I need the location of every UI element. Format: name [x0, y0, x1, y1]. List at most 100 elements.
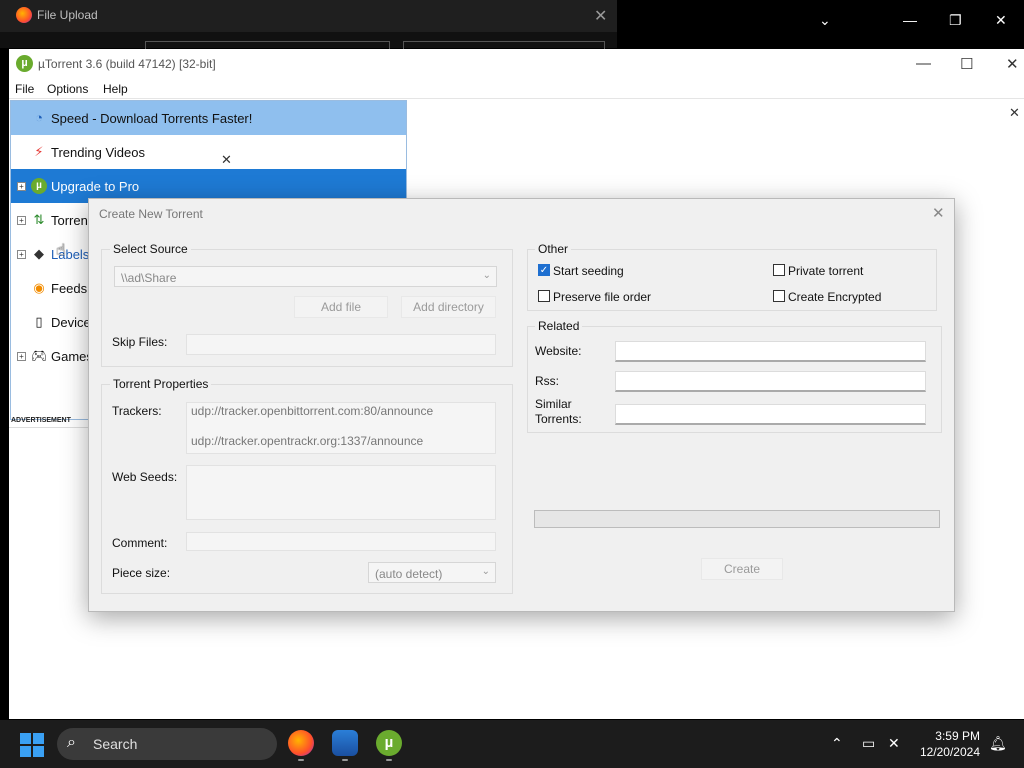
utorrent-taskbar-icon[interactable]: µ — [376, 730, 402, 756]
menu-options[interactable]: Options — [47, 82, 88, 96]
sidebar-item-trending[interactable]: ⚡ Trending Videos — [11, 135, 406, 169]
sidebar-item-speed[interactable]: ◔ Speed - Download Torrents Faster! — [11, 101, 406, 135]
similar-torrents-label-line1: Similar — [535, 397, 572, 411]
similar-torrents-label-line2: Torrents: — [535, 412, 582, 426]
sidebar-item-label: Trending Videos — [51, 145, 145, 160]
website-input[interactable] — [615, 341, 926, 362]
clock-time: 3:59 PM — [935, 729, 980, 743]
preserve-file-order-checkbox[interactable] — [538, 290, 550, 302]
expand-icon[interactable]: + — [17, 216, 26, 225]
menu-file[interactable]: File — [15, 82, 34, 96]
minimize-icon[interactable]: — — [903, 12, 917, 28]
preserve-file-order-label: Preserve file order — [553, 290, 652, 304]
sidebar-item-label: Feeds — [51, 281, 88, 296]
search-placeholder: Search — [93, 736, 138, 752]
similar-torrents-input[interactable] — [615, 404, 926, 425]
website-label: Website: — [535, 344, 582, 358]
skip-files-label: Skip Files: — [112, 335, 168, 349]
close-icon[interactable]: ✕ — [995, 12, 1007, 29]
sidebar-item-label: Speed - Download Torrents Faster! — [51, 111, 253, 126]
utorrent-logo-icon: µ — [31, 178, 47, 194]
utorrent-logo-icon: µ — [16, 55, 33, 72]
windows-start-icon[interactable] — [20, 733, 44, 757]
minimize-icon[interactable]: — — [916, 55, 931, 72]
expand-icon[interactable]: + — [17, 250, 26, 259]
maximize-icon[interactable]: ☐ — [960, 55, 973, 73]
firefox-icon — [16, 7, 32, 23]
creation-progress-bar — [534, 510, 940, 528]
start-seeding-label: Start seeding — [553, 264, 624, 278]
menu-bar: File Options Help — [9, 79, 1024, 99]
gamepad-icon: 🎮︎ — [31, 348, 48, 363]
tag-icon: ◆ — [34, 246, 44, 261]
torrent-properties-legend: Torrent Properties — [110, 377, 212, 391]
chevron-down-icon[interactable]: ⌄ — [819, 12, 831, 29]
clock[interactable]: 3:59 PM 12/20/2024 — [912, 729, 980, 759]
create-encrypted-checkbox[interactable] — [773, 290, 785, 302]
add-file-button[interactable]: Add file — [294, 296, 388, 318]
dialog-close-button[interactable]: ✕ — [932, 204, 945, 222]
expand-icon[interactable]: + — [17, 182, 26, 191]
close-icon[interactable]: ✕ — [1006, 55, 1019, 73]
chevron-up-icon[interactable]: ⌃ — [831, 735, 843, 752]
volume-muted-icon[interactable]: ✕ — [888, 735, 900, 752]
tracker-line: udp://tracker.opentrackr.org:1337/announ… — [191, 434, 424, 448]
clock-date: 12/20/2024 — [919, 745, 980, 759]
piece-size-value: (auto detect) — [375, 567, 443, 581]
start-seeding-checkbox[interactable]: ✓ — [538, 264, 550, 276]
dialog-title: Create New Torrent — [99, 207, 203, 221]
private-torrent-checkbox[interactable] — [773, 264, 785, 276]
rss-input[interactable] — [615, 371, 926, 392]
rss-icon: ◉ — [33, 280, 45, 295]
taskbar-search-box[interactable]: ⌕ Search — [57, 728, 277, 760]
speed-icon: ◔ — [35, 110, 43, 125]
private-torrent-label: Private torrent — [788, 264, 864, 278]
select-source-legend: Select Source — [110, 242, 191, 256]
running-indicator — [298, 759, 304, 761]
rss-label: Rss: — [535, 374, 559, 388]
trackers-label: Trackers: — [112, 404, 162, 418]
running-indicator — [386, 759, 392, 761]
sidebar-close-icon[interactable]: ✕ — [221, 152, 232, 168]
search-icon: ⌕ — [67, 734, 76, 751]
create-torrent-dialog: Create New Torrent ✕ Select Source \\ad\… — [88, 198, 955, 612]
web-seeds-label: Web Seeds: — [112, 470, 178, 484]
piece-size-combobox[interactable]: (auto detect) ⌄ — [368, 562, 496, 583]
source-path-combobox[interactable]: \\ad\Share ⌄ — [114, 266, 497, 287]
sidebar-item-label: Upgrade to Pro — [51, 179, 140, 194]
advertisement-area[interactable] — [9, 427, 89, 489]
related-legend: Related — [535, 319, 583, 333]
utorrent-titlebar: µ µTorrent 3.6 (build 47142) [32-bit] — … — [9, 49, 1024, 79]
piece-size-label: Piece size: — [112, 566, 171, 580]
panel-close-icon[interactable]: ✕ — [1009, 105, 1020, 121]
expand-icon[interactable]: + — [17, 352, 26, 361]
app-taskbar-icon[interactable] — [332, 730, 358, 756]
sidebar-item-label: Games — [51, 349, 93, 364]
file-upload-title: File Upload — [37, 8, 98, 22]
comment-field[interactable] — [186, 532, 496, 551]
file-upload-close-button[interactable]: ✕ — [594, 6, 607, 26]
network-icon[interactable]: ▭ — [862, 735, 875, 752]
chevron-down-icon: ⌄ — [482, 270, 491, 281]
create-encrypted-label: Create Encrypted — [788, 290, 882, 304]
firefox-taskbar-icon[interactable] — [288, 730, 314, 756]
source-path-value: \\ad\Share — [121, 271, 177, 285]
menu-help[interactable]: Help — [103, 82, 128, 96]
tracker-line: udp://tracker.openbittorrent.com:80/anno… — [191, 404, 434, 418]
torrent-arrows-icon: ⇅ — [33, 212, 45, 227]
chevron-down-icon: ⌄ — [481, 566, 490, 577]
device-icon: ▯ — [35, 314, 43, 329]
web-seeds-textarea[interactable] — [186, 465, 496, 520]
utorrent-title: µTorrent 3.6 (build 47142) [32-bit] — [38, 57, 216, 71]
add-directory-button[interactable]: Add directory — [401, 296, 496, 318]
running-indicator — [342, 759, 348, 761]
bolt-icon: ⚡ — [34, 144, 44, 159]
notification-bell-icon[interactable]: 🔔︎ — [989, 735, 1007, 752]
other-legend: Other — [535, 242, 572, 256]
restore-icon[interactable]: ❐ — [949, 12, 962, 29]
create-button[interactable]: Create — [701, 558, 783, 580]
advertisement-label: ADVERTISEMENT — [11, 417, 71, 424]
skip-files-field[interactable] — [186, 334, 496, 355]
hand-cursor-icon: ☝ — [56, 242, 66, 259]
comment-label: Comment: — [112, 536, 168, 550]
